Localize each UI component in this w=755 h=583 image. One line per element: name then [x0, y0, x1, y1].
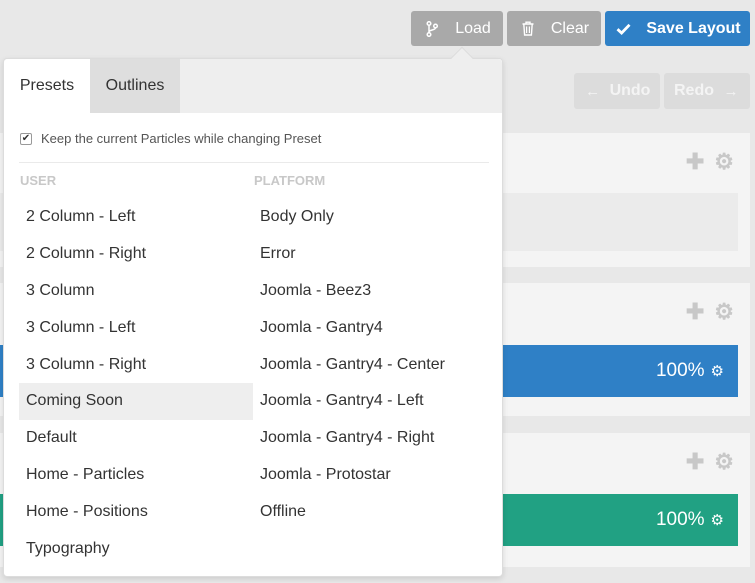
- preset-item[interactable]: 3 Column - Left: [19, 309, 253, 346]
- load-button[interactable]: Load: [411, 11, 503, 46]
- platform-preset-list: Body Only Error Joomla - Beez3 Joomla - …: [253, 199, 487, 530]
- preset-item[interactable]: Body Only: [253, 199, 487, 236]
- arrow-left-icon: ←: [585, 82, 601, 100]
- plus-icon[interactable]: ✚: [686, 149, 704, 175]
- preset-item-hovered[interactable]: Coming Soon: [19, 382, 253, 420]
- clear-label: Clear: [550, 19, 590, 37]
- block-size-label: 100%: [655, 509, 705, 530]
- preset-item[interactable]: Home - Particles: [19, 457, 253, 494]
- branch-icon: [423, 20, 441, 37]
- keep-particles-label: Keep the current Particles while changin…: [41, 131, 322, 146]
- save-layout-label: Save Layout: [646, 19, 741, 37]
- undo-button[interactable]: ← Undo: [574, 73, 660, 109]
- keep-particles-checkbox[interactable]: ✔: [20, 132, 32, 145]
- preset-item[interactable]: Joomla - Gantry4 - Right: [253, 420, 487, 457]
- divider: [19, 162, 489, 163]
- preset-item[interactable]: Typography: [19, 530, 253, 567]
- preset-item[interactable]: Default: [19, 420, 253, 457]
- undo-label: Undo: [609, 82, 651, 99]
- gear-icon[interactable]: ⚙: [711, 511, 724, 529]
- platform-heading: PLATFORM: [254, 173, 326, 188]
- gear-icon[interactable]: ⚙: [714, 449, 734, 475]
- load-presets-popover: Presets Outlines ✔ Keep the current Part…: [3, 46, 503, 577]
- gear-icon[interactable]: ⚙: [714, 299, 734, 325]
- preset-item[interactable]: Joomla - Protostar: [253, 457, 487, 494]
- redo-label: Redo: [674, 82, 714, 99]
- load-label: Load: [455, 19, 491, 37]
- preset-item[interactable]: Offline: [253, 493, 487, 530]
- preset-item[interactable]: Joomla - Beez3: [253, 273, 487, 310]
- redo-button[interactable]: Redo →: [664, 73, 750, 109]
- plus-icon[interactable]: ✚: [686, 449, 704, 475]
- block-size-label: 100%: [655, 360, 705, 381]
- preset-item[interactable]: Joomla - Gantry4 - Left: [253, 383, 487, 420]
- preset-item[interactable]: 2 Column - Right: [19, 236, 253, 273]
- tab-presets[interactable]: Presets: [4, 59, 90, 113]
- gear-icon[interactable]: ⚙: [714, 149, 734, 175]
- preset-item[interactable]: Home - Positions: [19, 493, 253, 530]
- popover-tabs: Presets Outlines: [4, 59, 502, 113]
- preset-item[interactable]: Joomla - Gantry4: [253, 309, 487, 346]
- preset-item[interactable]: 3 Column - Right: [19, 346, 253, 383]
- preset-item[interactable]: Error: [253, 236, 487, 273]
- preset-item[interactable]: Joomla - Gantry4 - Center: [253, 346, 487, 383]
- save-layout-button[interactable]: Save Layout: [605, 11, 750, 46]
- check-icon: [614, 23, 632, 35]
- user-heading: USER: [20, 173, 57, 188]
- preset-item[interactable]: 3 Column: [19, 273, 253, 310]
- gear-icon[interactable]: ⚙: [711, 362, 724, 380]
- trash-icon: [519, 21, 537, 36]
- arrow-right-icon: →: [723, 82, 739, 100]
- keep-particles-option[interactable]: ✔ Keep the current Particles while chang…: [20, 131, 321, 146]
- plus-icon[interactable]: ✚: [686, 299, 704, 325]
- user-preset-list: 2 Column - Left 2 Column - Right 3 Colum…: [19, 199, 253, 567]
- tab-outlines[interactable]: Outlines: [90, 59, 180, 113]
- clear-button[interactable]: Clear: [507, 11, 601, 46]
- preset-item[interactable]: 2 Column - Left: [19, 199, 253, 236]
